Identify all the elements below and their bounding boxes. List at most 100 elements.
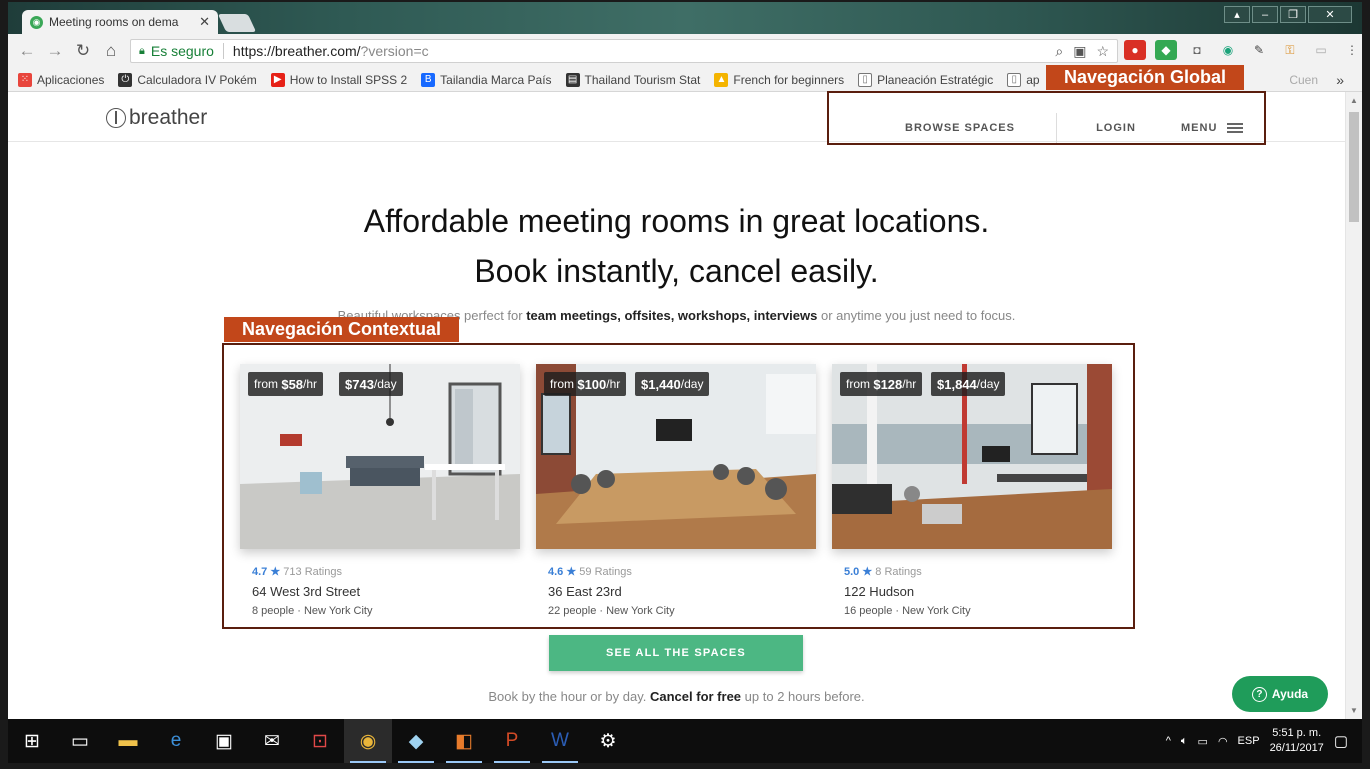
- clock[interactable]: 5:51 p. m. 26/11/2017: [1270, 726, 1324, 756]
- apps-grid-icon: ⁙: [18, 72, 32, 87]
- extensions: ● ◆ ◘ ◉ ✎ ⚿ ▭ ⋮: [1124, 40, 1363, 60]
- gift-icon[interactable]: ⊡: [296, 719, 344, 763]
- new-tab-button[interactable]: [217, 14, 257, 32]
- browser-tab[interactable]: ◉ Meeting rooms on dema ✕: [22, 10, 218, 34]
- scroll-up-icon[interactable]: ▲: [1350, 96, 1358, 105]
- booking-note: Book by the hour or by day. Cancel for f…: [8, 689, 1345, 704]
- page-scrollbar[interactable]: ▲ ▼: [1345, 92, 1362, 719]
- lock-icon: 🔒︎: [139, 44, 145, 57]
- back-icon[interactable]: ←: [18, 41, 36, 61]
- extension-m-icon[interactable]: ◉: [1217, 40, 1239, 60]
- subline-suffix: or anytime you just need to focus.: [821, 308, 1016, 323]
- extension-green-icon[interactable]: ◆: [1155, 40, 1177, 60]
- notifications-icon[interactable]: ▢: [1334, 732, 1348, 750]
- stats-icon: ▤: [565, 72, 580, 87]
- bookmark-item[interactable]: ▶ How to Install SPSS 2: [270, 72, 408, 87]
- restore-icon[interactable]: ❐: [1280, 6, 1306, 23]
- more-bookmarks-icon[interactable]: »: [1336, 72, 1344, 88]
- bookmark-label: How to Install SPSS 2: [289, 72, 408, 87]
- subline-bold: team meetings, offsites, workshops, inte…: [526, 308, 818, 323]
- tab-favicon-icon: ◉: [30, 15, 43, 29]
- notes-app-icon[interactable]: ◆: [392, 719, 440, 763]
- bookmark-label: Thailand Tourism Stat: [584, 72, 701, 87]
- key-icon[interactable]: ⚿: [1279, 40, 1301, 60]
- scroll-thumb[interactable]: [1349, 112, 1359, 222]
- page-icon: ▯: [1007, 72, 1022, 87]
- omnibox-separator: [222, 43, 224, 59]
- bookmark-label: Cuen: [1289, 72, 1318, 87]
- bookmark-item[interactable]: ▯ ap: [1007, 72, 1040, 87]
- mail-icon[interactable]: ✉: [248, 719, 296, 763]
- bookmark-label: French for beginners: [733, 72, 845, 87]
- edge-icon[interactable]: e: [152, 719, 200, 763]
- question-icon: ?: [1251, 686, 1267, 702]
- leaf-logo-icon: [106, 108, 126, 128]
- headline-line-2: Book instantly, cancel easily.: [474, 253, 879, 289]
- hero-subline: Beautiful workspaces perfect for team me…: [8, 308, 1345, 323]
- window-controls: ▴ – ❐ ✕: [1224, 6, 1352, 23]
- contextual-nav-annotation: Navegación Contextual: [224, 317, 460, 342]
- address-bar[interactable]: 🔒︎ Es seguro https://breather.com/?versi…: [130, 39, 1118, 63]
- browser-titlebar: ◉ Meeting rooms on dema ✕ ▴ – ❐ ✕: [8, 2, 1362, 34]
- forward-icon[interactable]: →: [46, 41, 64, 61]
- see-all-spaces-button[interactable]: SEE ALL THE SPACES: [549, 635, 803, 671]
- chrome-menu-icon[interactable]: ⋮: [1341, 40, 1363, 60]
- task-view-icon[interactable]: ▭: [56, 719, 104, 763]
- chrome-icon[interactable]: ◉: [344, 719, 392, 763]
- help-label: Ayuda: [1271, 687, 1309, 701]
- contextual-nav-highlight: [222, 343, 1135, 629]
- wifi-icon[interactable]: ◠: [1218, 735, 1228, 748]
- url-host: https://breather.com/: [232, 43, 361, 59]
- powerpoint-icon[interactable]: P: [488, 719, 536, 763]
- bookmark-label: Calculadora IV Pokém: [137, 72, 257, 87]
- bookmark-item[interactable]: ⁙ Aplicaciones: [18, 72, 105, 87]
- store-icon[interactable]: ▣: [200, 719, 248, 763]
- headline-line-1: Affordable meeting rooms in great locati…: [363, 203, 990, 239]
- word-icon[interactable]: W: [536, 719, 584, 763]
- note-bold: Cancel for free: [650, 689, 742, 704]
- tab-title: Meeting rooms on dema: [49, 15, 179, 29]
- close-window-icon[interactable]: ✕: [1308, 6, 1352, 23]
- bookmark-label: Aplicaciones: [37, 72, 105, 87]
- breather-logo[interactable]: breather: [106, 106, 207, 130]
- logo-text: breather: [129, 106, 208, 129]
- power-icon: ⏻: [118, 72, 133, 87]
- bookmark-star-icon[interactable]: ☆: [1096, 43, 1109, 60]
- volume-icon[interactable]: 🔈︎: [1181, 735, 1188, 748]
- eyedropper-icon[interactable]: ✎: [1248, 40, 1270, 60]
- note-prefix: Book by the hour or by day.: [488, 689, 647, 704]
- language-indicator[interactable]: ESP: [1238, 735, 1260, 747]
- bookmark-item[interactable]: ▲ French for beginners: [714, 72, 845, 87]
- bookmark-item[interactable]: ▤ Thailand Tourism Stat: [565, 72, 701, 87]
- profile-icon[interactable]: ▴: [1224, 6, 1250, 23]
- hero-headline: Affordable meeting rooms in great locati…: [8, 196, 1345, 296]
- clock-date: 26/11/2017: [1269, 742, 1324, 754]
- settings-gear-icon[interactable]: ⚙: [584, 719, 632, 763]
- url-query: ?version=c: [360, 43, 429, 59]
- translate-icon[interactable]: ▣: [1073, 43, 1086, 60]
- file-explorer-icon[interactable]: ▬: [104, 719, 152, 763]
- tab-close-icon[interactable]: ✕: [199, 14, 210, 30]
- sublime-icon[interactable]: ◧: [440, 719, 488, 763]
- scroll-down-icon[interactable]: ▼: [1350, 706, 1358, 715]
- adblock-icon[interactable]: ●: [1124, 40, 1146, 60]
- tray-chevron-icon[interactable]: ^: [1166, 735, 1171, 747]
- battery-icon[interactable]: ▭: [1198, 735, 1208, 748]
- bookmark-item[interactable]: ▯ Planeación Estratégic: [858, 72, 993, 87]
- zoom-icon[interactable]: ⌕: [1055, 43, 1063, 60]
- bookmark-label: Tailandia Marca País: [440, 72, 552, 87]
- help-button[interactable]: ? Ayuda: [1232, 676, 1328, 712]
- extension-ex-icon[interactable]: ▭: [1310, 40, 1332, 60]
- system-tray: ^ 🔈︎ ▭ ◠ ESP 5:51 p. m. 26/11/2017 ▢: [1166, 719, 1348, 763]
- home-icon[interactable]: ⌂: [102, 41, 120, 61]
- reload-icon[interactable]: ↻: [74, 41, 92, 61]
- global-nav-annotation: Navegación Global: [1046, 65, 1245, 90]
- camera-icon[interactable]: ◘: [1186, 40, 1208, 60]
- bookmark-item[interactable]: B Tailandia Marca País: [421, 72, 552, 87]
- bookmark-item[interactable]: ⏻ Calculadora IV Pokém: [118, 72, 257, 87]
- minimize-icon[interactable]: –: [1252, 6, 1278, 23]
- bookmark-item[interactable]: Cuen: [1289, 73, 1318, 87]
- browser-toolbar: ← → ↻ ⌂ 🔒︎ Es seguro https://breather.co…: [8, 34, 1362, 68]
- windows-start-icon[interactable]: ⊞: [8, 719, 56, 763]
- windows-taskbar: ⊞ ▭ ▬ e ▣ ✉ ⊡ ◉ ◆ ◧ P W ⚙ ^ 🔈︎ ▭ ◠ ESP 5…: [8, 719, 1362, 763]
